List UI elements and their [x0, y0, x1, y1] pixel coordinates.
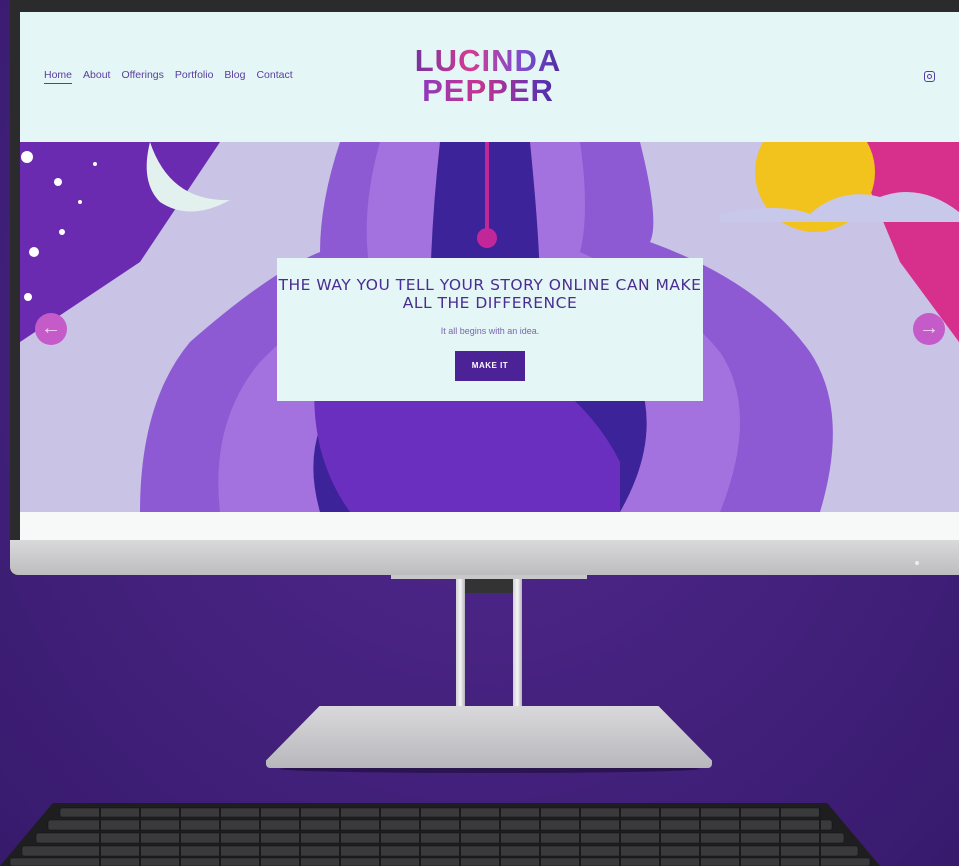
nav-portfolio[interactable]: Portfolio	[175, 69, 214, 84]
logo-line2: PEPPER	[398, 75, 578, 106]
make-it-button[interactable]: MAKE IT	[455, 351, 525, 381]
monitor-screen: Home About Offerings Portfolio Blog Cont…	[20, 12, 959, 540]
site-header: Home About Offerings Portfolio Blog Cont…	[20, 12, 959, 142]
nav-home[interactable]: Home	[44, 69, 73, 84]
power-led	[915, 561, 919, 565]
hero-card: THE WAY YOU TELL YOUR STORY ONLINE CAN M…	[277, 258, 703, 401]
nav-contact[interactable]: Contact	[256, 69, 292, 84]
site-logo[interactable]: LUCINDA PEPPER	[398, 45, 578, 106]
arrow-left-icon[interactable]: ←	[35, 313, 67, 345]
desktop-scene: Home About Offerings Portfolio Blog Cont…	[0, 0, 959, 866]
keyboard-keys	[9, 807, 871, 866]
instagram-icon[interactable]	[924, 71, 935, 82]
stand-base	[266, 706, 712, 768]
monitor-chin	[10, 540, 959, 575]
stand-hinge	[462, 579, 516, 593]
hero-title-line2: ALL THE DIFFERENCE	[402, 294, 578, 312]
logo-line1: LUCINDA	[398, 45, 578, 76]
nav-blog[interactable]: Blog	[224, 69, 245, 84]
arrow-right-icon[interactable]: →	[913, 313, 945, 345]
page-section-below	[20, 512, 959, 540]
stand-pole-right	[513, 579, 522, 719]
main-nav: Home About Offerings Portfolio Blog Cont…	[44, 69, 293, 84]
stand-pole-left	[456, 579, 465, 719]
hero-title-line1: THE WAY YOU TELL YOUR STORY ONLINE CAN M…	[278, 276, 702, 294]
hero-title: THE WAY YOU TELL YOUR STORY ONLINE CAN M…	[277, 276, 703, 312]
hero-subtitle: It all begins with an idea.	[440, 326, 540, 336]
monitor-stand	[456, 579, 522, 719]
nav-offerings[interactable]: Offerings	[121, 69, 163, 84]
nav-about[interactable]: About	[83, 69, 110, 84]
hero-section: THE WAY YOU TELL YOUR STORY ONLINE CAN M…	[20, 142, 959, 512]
